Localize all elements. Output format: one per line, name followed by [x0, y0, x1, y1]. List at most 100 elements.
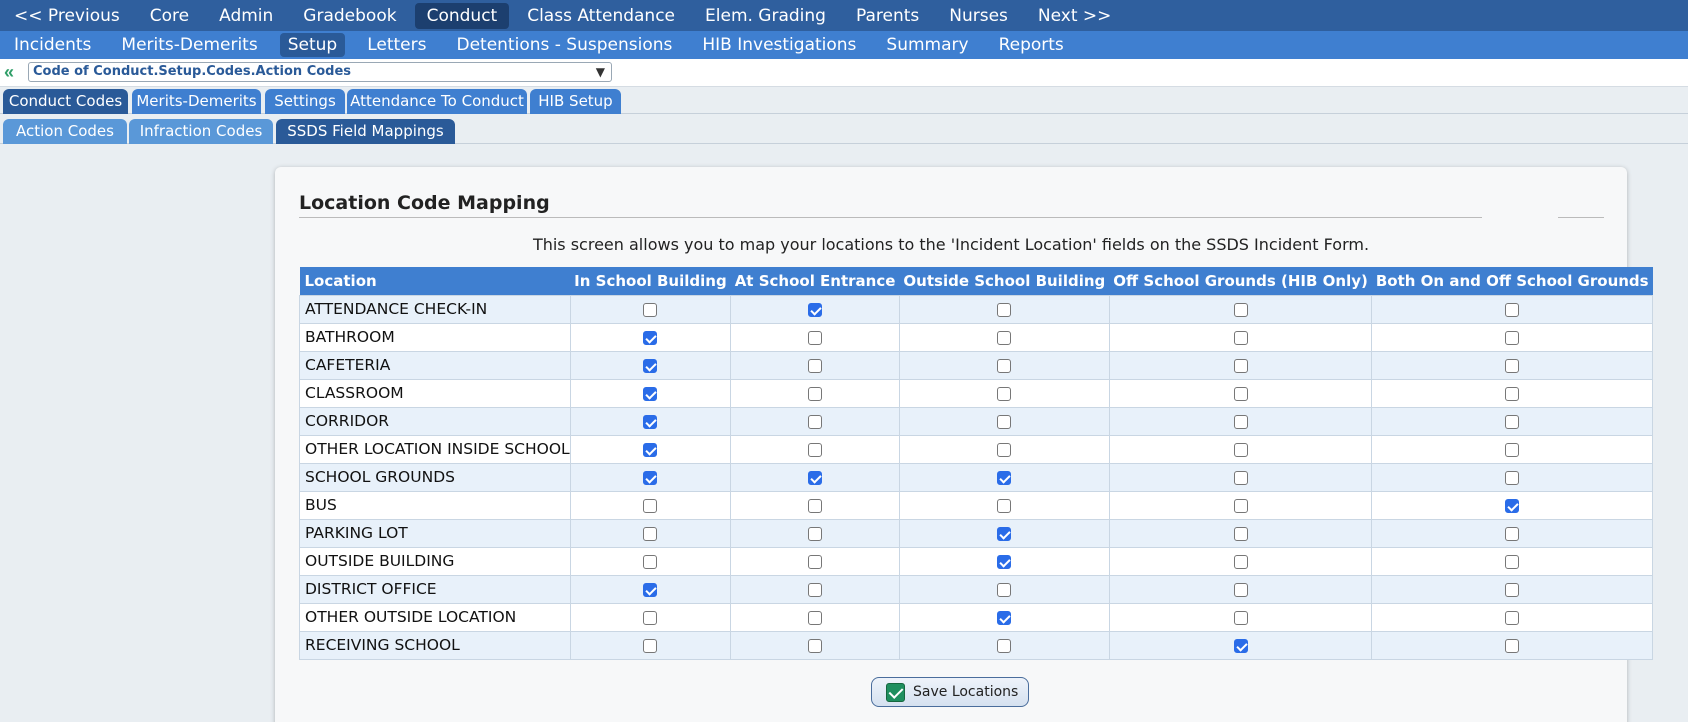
location-mapping-checkbox[interactable]	[1233, 358, 1248, 373]
location-mapping-checkbox[interactable]	[643, 610, 658, 625]
breadcrumb-select[interactable]: Code of Conduct.Setup.Codes.Action Codes…	[28, 62, 612, 82]
location-mapping-checkbox[interactable]	[643, 554, 658, 569]
location-mapping-checkbox[interactable]	[997, 302, 1012, 317]
checkbox-cell	[1371, 350, 1654, 380]
location-mapping-checkbox[interactable]	[808, 610, 823, 625]
location-mapping-checkbox[interactable]	[1505, 358, 1520, 373]
location-mapping-checkbox[interactable]	[808, 526, 823, 541]
location-mapping-checkbox[interactable]	[1505, 526, 1520, 541]
nav-item-elem-grading[interactable]: Elem. Grading	[693, 3, 838, 29]
location-mapping-checkbox[interactable]	[808, 498, 823, 513]
nav-item-gradebook[interactable]: Gradebook	[291, 3, 408, 29]
location-mapping-checkbox[interactable]	[643, 526, 658, 541]
nav-item-class-attendance[interactable]: Class Attendance	[515, 3, 687, 29]
subnav-item-reports[interactable]: Reports	[991, 33, 1072, 57]
nav-item-conduct[interactable]: Conduct	[414, 2, 510, 29]
double-chevron-left-icon[interactable]: «	[4, 63, 22, 81]
location-mapping-checkbox[interactable]	[1233, 442, 1248, 457]
location-mapping-checkbox[interactable]	[997, 358, 1012, 373]
location-mapping-checkbox[interactable]	[1505, 610, 1520, 625]
nav-item-next[interactable]: Next >>	[1026, 3, 1124, 29]
tab-settings[interactable]: Settings	[265, 89, 345, 114]
location-mapping-checkbox[interactable]	[808, 414, 823, 429]
tab-attendance-to-conduct[interactable]: Attendance To Conduct	[347, 89, 527, 114]
nav-item-admin[interactable]: Admin	[207, 3, 285, 29]
location-mapping-checkbox[interactable]	[808, 302, 823, 317]
location-mapping-checkbox[interactable]	[1233, 330, 1248, 345]
subnav-item-letters[interactable]: Letters	[359, 33, 434, 57]
location-mapping-checkbox[interactable]	[997, 470, 1012, 485]
location-mapping-checkbox[interactable]	[808, 638, 823, 653]
location-mapping-checkbox[interactable]	[808, 554, 823, 569]
location-mapping-checkbox[interactable]	[1505, 330, 1520, 345]
location-mapping-checkbox[interactable]	[643, 358, 658, 373]
location-mapping-checkbox[interactable]	[643, 582, 658, 597]
location-mapping-checkbox[interactable]	[1233, 554, 1248, 569]
location-mapping-checkbox[interactable]	[997, 554, 1012, 569]
location-mapping-checkbox[interactable]	[808, 358, 823, 373]
location-mapping-table: Location In School Building At School Entr…	[299, 267, 1654, 660]
location-mapping-checkbox[interactable]	[1233, 470, 1248, 485]
location-mapping-checkbox[interactable]	[808, 582, 823, 597]
location-mapping-checkbox[interactable]	[643, 498, 658, 513]
nav-item-nurses[interactable]: Nurses	[937, 3, 1020, 29]
location-mapping-checkbox[interactable]	[1233, 610, 1248, 625]
location-mapping-checkbox[interactable]	[1505, 498, 1520, 513]
location-mapping-checkbox[interactable]	[1233, 582, 1248, 597]
location-mapping-checkbox[interactable]	[643, 638, 658, 653]
location-mapping-checkbox[interactable]	[1505, 414, 1520, 429]
location-mapping-checkbox[interactable]	[1505, 302, 1520, 317]
location-mapping-checkbox[interactable]	[1233, 638, 1248, 653]
location-mapping-checkbox[interactable]	[1233, 414, 1248, 429]
location-mapping-checkbox[interactable]	[1505, 470, 1520, 485]
location-mapping-checkbox[interactable]	[808, 470, 823, 485]
location-mapping-checkbox[interactable]	[1505, 442, 1520, 457]
tab-merits-demerits[interactable]: Merits-Demerits	[132, 89, 261, 114]
location-mapping-checkbox[interactable]	[1505, 638, 1520, 653]
location-mapping-checkbox[interactable]	[1233, 386, 1248, 401]
save-locations-button[interactable]: Save Locations	[871, 677, 1029, 707]
tab-hib-setup[interactable]: HIB Setup	[530, 89, 621, 114]
column-header: Outside School Building	[899, 267, 1110, 295]
location-mapping-checkbox[interactable]	[997, 414, 1012, 429]
subnav-item-merits-demerits[interactable]: Merits-Demerits	[113, 33, 265, 57]
location-mapping-checkbox[interactable]	[997, 386, 1012, 401]
nav-item-previous[interactable]: << Previous	[2, 3, 132, 29]
location-mapping-checkbox[interactable]	[997, 498, 1012, 513]
subnav-item-hib-investigations[interactable]: HIB Investigations	[694, 33, 864, 57]
location-name: OTHER LOCATION INSIDE SCHOOL	[299, 434, 571, 464]
subnav-item-incidents[interactable]: Incidents	[6, 33, 99, 57]
location-mapping-checkbox[interactable]	[1233, 302, 1248, 317]
location-mapping-checkbox[interactable]	[808, 386, 823, 401]
location-mapping-checkbox[interactable]	[643, 302, 658, 317]
checkbox-cell	[1108, 518, 1373, 548]
location-mapping-checkbox[interactable]	[1505, 386, 1520, 401]
subnav-item-summary[interactable]: Summary	[878, 33, 976, 57]
location-mapping-checkbox[interactable]	[643, 470, 658, 485]
location-mapping-checkbox[interactable]	[808, 330, 823, 345]
location-mapping-checkbox[interactable]	[643, 442, 658, 457]
subtab-ssds-field-mappings[interactable]: SSDS Field Mappings	[276, 119, 455, 144]
subtab-action-codes[interactable]: Action Codes	[3, 119, 127, 144]
nav-item-core[interactable]: Core	[138, 3, 201, 29]
location-mapping-checkbox[interactable]	[1505, 554, 1520, 569]
location-mapping-checkbox[interactable]	[997, 526, 1012, 541]
subtab-infraction-codes[interactable]: Infraction Codes	[129, 119, 273, 144]
location-mapping-checkbox[interactable]	[643, 414, 658, 429]
subnav-item-setup[interactable]: Setup	[279, 33, 346, 57]
location-mapping-checkbox[interactable]	[997, 442, 1012, 457]
checkbox-cell	[1371, 518, 1654, 548]
location-mapping-checkbox[interactable]	[997, 610, 1012, 625]
location-mapping-checkbox[interactable]	[997, 582, 1012, 597]
nav-item-parents[interactable]: Parents	[844, 3, 931, 29]
location-mapping-checkbox[interactable]	[997, 330, 1012, 345]
location-mapping-checkbox[interactable]	[1505, 582, 1520, 597]
location-mapping-checkbox[interactable]	[643, 330, 658, 345]
location-mapping-checkbox[interactable]	[1233, 498, 1248, 513]
location-mapping-checkbox[interactable]	[643, 386, 658, 401]
tab-conduct-codes[interactable]: Conduct Codes	[3, 89, 128, 114]
location-mapping-checkbox[interactable]	[808, 442, 823, 457]
subnav-item-detentions-suspensions[interactable]: Detentions - Suspensions	[448, 33, 680, 57]
location-mapping-checkbox[interactable]	[1233, 526, 1248, 541]
location-mapping-checkbox[interactable]	[997, 638, 1012, 653]
